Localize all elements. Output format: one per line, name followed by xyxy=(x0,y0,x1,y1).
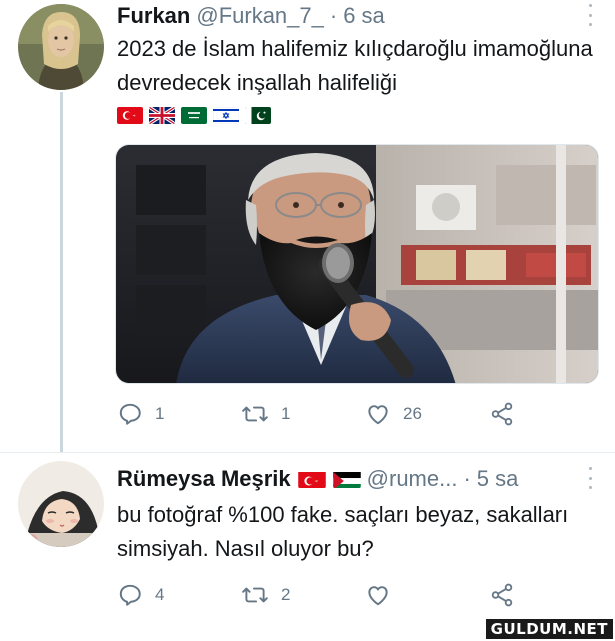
avatar[interactable] xyxy=(18,461,104,547)
retweet-button[interactable]: 2 xyxy=(241,581,290,609)
timestamp[interactable]: 6 sa xyxy=(343,3,385,29)
like-button[interactable]: 26 xyxy=(365,400,422,428)
timestamp[interactable]: 5 sa xyxy=(477,466,519,492)
reply-count: 4 xyxy=(155,585,165,604)
retweet-count: 2 xyxy=(281,585,291,604)
uk-flag-icon xyxy=(149,107,175,124)
tweet-photo[interactable] xyxy=(115,144,599,384)
turkey-flag-icon xyxy=(117,107,143,124)
heart-icon xyxy=(365,401,391,427)
retweet-icon xyxy=(241,582,269,608)
saudi-flag-icon xyxy=(181,107,207,124)
palestine-flag-icon xyxy=(332,470,361,488)
display-name[interactable]: Furkan xyxy=(117,3,190,29)
separator-dot: · xyxy=(463,466,471,491)
reply-button[interactable]: 1 xyxy=(117,400,164,428)
share-icon xyxy=(489,582,515,608)
reply-count: 1 xyxy=(155,404,165,423)
avatar[interactable] xyxy=(18,4,104,90)
tweet-header: Rümeysa Meşrik @rume... · 5 sa xyxy=(117,465,518,493)
site-watermark: GULDUM.NET xyxy=(485,619,613,639)
retweet-button[interactable]: 1 xyxy=(241,400,290,428)
tweet-actions: 4 2 xyxy=(117,581,527,609)
tweet-header: Furkan @Furkan_7_ · 6 sa xyxy=(117,2,385,30)
heart-icon xyxy=(365,582,391,608)
share-button[interactable] xyxy=(489,400,515,428)
user-handle[interactable]: @Furkan_7_ xyxy=(196,3,324,29)
like-count: 26 xyxy=(403,404,422,423)
tweet-actions: 1 1 26 xyxy=(117,400,527,428)
retweet-count: 1 xyxy=(281,404,291,423)
like-button[interactable] xyxy=(365,581,403,609)
share-icon xyxy=(489,401,515,427)
tweet-text: bu fotoğraf %100 fake. saçları beyaz, sa… xyxy=(117,502,569,561)
israel-flag-icon xyxy=(213,107,239,124)
turkey-flag-icon xyxy=(297,470,326,488)
separator-dot: · xyxy=(329,3,338,28)
tweet[interactable]: Furkan @Furkan_7_ · 6 sa 2023 de İslam h… xyxy=(0,0,615,452)
reply-button[interactable]: 4 xyxy=(117,581,164,609)
tweet[interactable]: Rümeysa Meşrik @rume... · 5 sa bu fotoğr… xyxy=(0,452,615,641)
retweet-icon xyxy=(241,401,269,427)
display-name[interactable]: Rümeysa Meşrik xyxy=(117,466,291,492)
flag-emoji-row xyxy=(117,107,271,124)
pakistan-flag-icon xyxy=(245,107,271,124)
more-options-icon[interactable] xyxy=(587,4,593,26)
reply-icon xyxy=(117,401,143,427)
tweet-text: 2023 de İslam halifemiz kılıçdaroğlu ima… xyxy=(117,36,593,95)
user-handle[interactable]: @rume... xyxy=(367,466,458,492)
share-button[interactable] xyxy=(489,581,515,609)
more-options-icon[interactable] xyxy=(587,467,593,489)
reply-icon xyxy=(117,582,143,608)
